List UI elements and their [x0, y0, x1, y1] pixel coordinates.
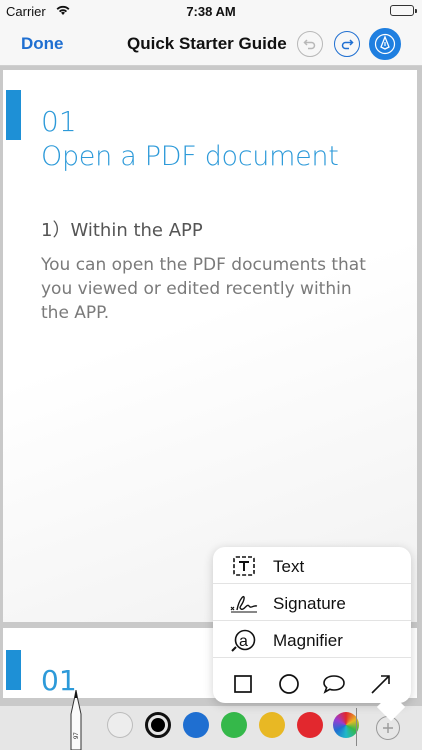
- page-title: Quick Starter Guide: [127, 34, 287, 53]
- color-swatch[interactable]: [259, 712, 285, 738]
- undo-button[interactable]: [297, 31, 323, 57]
- arrow-icon: [371, 675, 390, 694]
- magnifier-icon: a: [229, 626, 259, 654]
- signature-icon: [229, 589, 259, 617]
- redo-button[interactable]: [334, 31, 360, 57]
- status-time: 7:38 AM: [186, 4, 236, 19]
- menu-item-label: Text: [273, 557, 305, 576]
- section-body: You can open the PDF documents that you …: [41, 255, 366, 323]
- color-swatch[interactable]: [221, 712, 247, 738]
- navigation-bar: Done Quick Starter Guide: [0, 22, 422, 66]
- add-tool-button[interactable]: [376, 716, 400, 740]
- color-swatch[interactable]: [107, 712, 133, 738]
- menu-item-signature[interactable]: Signature: [213, 584, 411, 621]
- section-number: 01: [41, 105, 77, 138]
- markup-toolbar: [0, 706, 422, 750]
- speech-bubble-icon: [323, 675, 345, 694]
- status-bar: Carrier 7:38 AM: [0, 0, 422, 22]
- text-box-icon: [229, 552, 259, 580]
- square-shape-button[interactable]: [230, 671, 256, 697]
- done-button[interactable]: Done: [21, 34, 64, 54]
- speech-bubble-shape-button[interactable]: [321, 671, 347, 697]
- shape-tools: [213, 663, 411, 703]
- menu-item-text[interactable]: Text: [213, 547, 411, 584]
- toolbar-divider: [356, 708, 357, 746]
- markup-button[interactable]: [369, 28, 401, 60]
- pen-size-label: 97: [74, 732, 80, 739]
- pen-tool[interactable]: 97: [66, 690, 86, 750]
- color-swatch[interactable]: [297, 712, 323, 738]
- section-accent-bar: [6, 90, 21, 140]
- markup-tools-popup: Text Signature a Magnifier: [213, 547, 411, 722]
- redo-icon: [341, 39, 354, 50]
- section-accent-bar: [6, 650, 21, 690]
- menu-item-label: Magnifier: [273, 631, 343, 650]
- plus-icon: [383, 723, 393, 733]
- circle-icon: [279, 674, 299, 694]
- circle-shape-button[interactable]: [276, 671, 302, 697]
- color-swatch[interactable]: [145, 712, 171, 738]
- battery-icon: [390, 5, 417, 16]
- pen-tip-icon: [374, 33, 396, 55]
- arrow-shape-button[interactable]: [368, 671, 394, 697]
- document-page: 01 Open a PDF document 1）Within the APP …: [3, 70, 417, 622]
- square-icon: [234, 675, 252, 693]
- menu-item-label: Signature: [273, 594, 346, 613]
- section-subheading: 1）Within the APP: [41, 220, 203, 241]
- section-heading: Open a PDF document: [41, 141, 339, 172]
- svg-text:a: a: [239, 633, 248, 650]
- menu-item-magnifier[interactable]: a Magnifier: [213, 621, 411, 658]
- color-swatch[interactable]: [183, 712, 209, 738]
- undo-icon: [303, 39, 316, 50]
